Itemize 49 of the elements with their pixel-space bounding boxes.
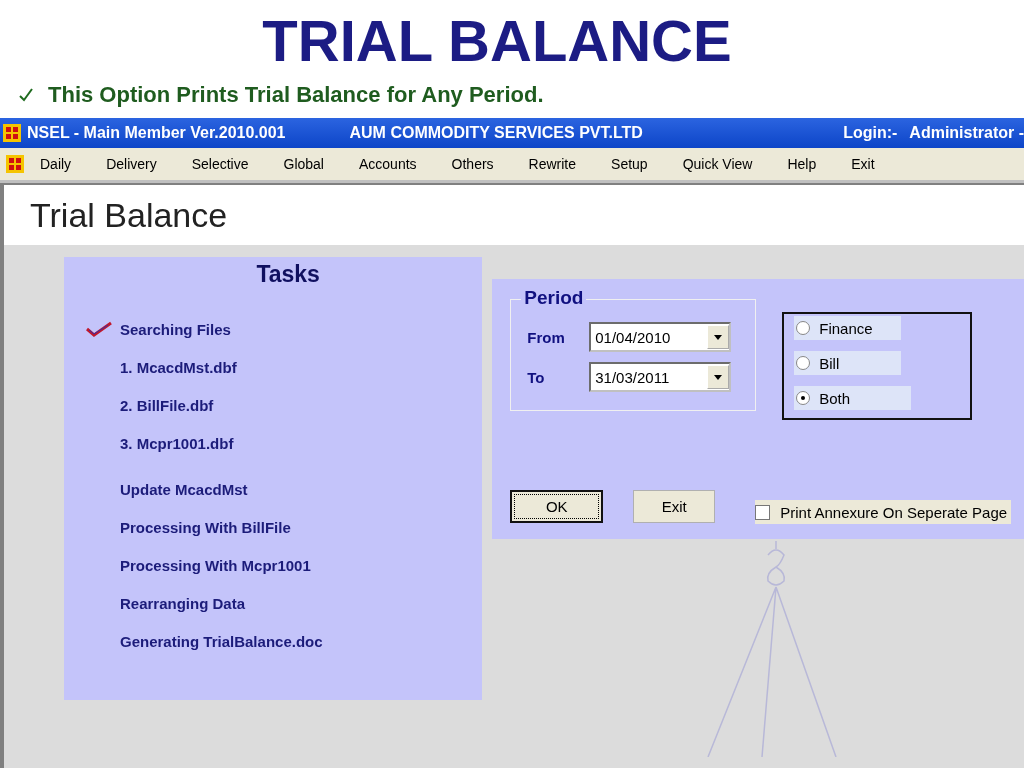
menu-item[interactable]: Delivery bbox=[104, 155, 159, 173]
dropdown-button[interactable] bbox=[707, 365, 730, 389]
slide-subtitle: This Option Prints Trial Balance for Any Period. bbox=[48, 82, 544, 108]
menu-item[interactable]: Daily bbox=[38, 155, 74, 173]
menu-item[interactable]: Setup bbox=[609, 155, 650, 173]
exit-button[interactable]: Exit bbox=[633, 489, 716, 523]
radio-option[interactable]: Finance bbox=[794, 316, 902, 340]
menu-item[interactable]: Accounts bbox=[357, 155, 419, 173]
task-item: Generating TrialBalance.doc bbox=[120, 632, 323, 650]
radio-option[interactable]: Both bbox=[794, 386, 912, 410]
task-item: Update McacdMst bbox=[120, 480, 248, 498]
dropdown-button[interactable] bbox=[707, 325, 730, 349]
date-dropdown[interactable]: 31/03/2011 bbox=[589, 362, 732, 392]
menu-item[interactable]: Exit bbox=[849, 155, 877, 173]
app-logo-icon bbox=[3, 124, 21, 142]
menu-item[interactable]: Help bbox=[785, 155, 819, 173]
menu-item[interactable]: Others bbox=[449, 155, 496, 173]
window-title: NSEL - Main Member Ver.2010.001 bbox=[27, 124, 286, 142]
task-item: 2. BillFile.dbf bbox=[120, 396, 214, 414]
caret-icon bbox=[714, 334, 723, 340]
date-label: To bbox=[527, 368, 546, 386]
ok-button[interactable]: OK bbox=[510, 489, 604, 523]
radio-button[interactable] bbox=[796, 321, 811, 335]
login-user: Administrator - bbox=[909, 124, 1024, 142]
menu-item[interactable]: Quick View bbox=[680, 155, 755, 173]
task-item: 1. McacdMst.dbf bbox=[120, 358, 237, 376]
task-item: Processing With BillFile bbox=[120, 518, 291, 536]
checkbox[interactable] bbox=[755, 504, 771, 520]
caret-icon bbox=[714, 374, 723, 380]
menu-item[interactable]: Global bbox=[281, 155, 326, 173]
tasks-title: Tasks bbox=[255, 261, 321, 288]
company-name: AUM COMMODITY SERVICES PVT.LTD bbox=[349, 124, 643, 142]
menu-item[interactable]: Selective bbox=[189, 155, 251, 173]
slide-title: TRIAL BALANCE bbox=[262, 7, 732, 75]
menu-logo-icon bbox=[6, 155, 24, 173]
radio-button[interactable] bbox=[796, 356, 811, 370]
date-label: From bbox=[527, 328, 566, 346]
login-label: Login:- bbox=[843, 124, 898, 142]
task-item: Searching Files bbox=[120, 320, 231, 338]
menu-item[interactable]: Rewrite bbox=[526, 155, 579, 173]
form-heading: Trial Balance bbox=[30, 195, 228, 235]
task-item: Processing With Mcpr1001 bbox=[120, 556, 311, 574]
radio-button[interactable] bbox=[796, 391, 811, 405]
task-item: 3. Mcpr1001.dbf bbox=[120, 434, 234, 452]
check-icon bbox=[18, 87, 34, 103]
radio-option[interactable]: Bill bbox=[794, 351, 902, 375]
annexure-option[interactable]: Print Annexure On Seperate Page bbox=[755, 500, 1012, 524]
task-item: Rearranging Data bbox=[120, 594, 246, 612]
date-dropdown[interactable]: 01/04/2010 bbox=[589, 322, 732, 352]
